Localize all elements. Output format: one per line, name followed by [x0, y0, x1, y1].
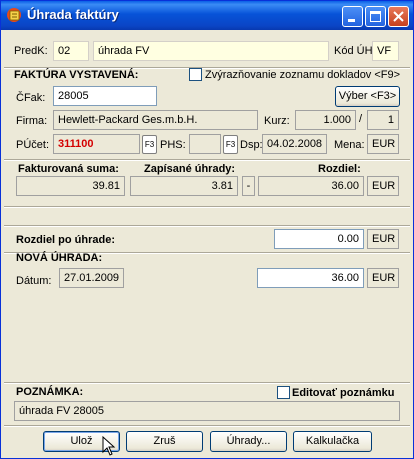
invoiced-sum-field: 39.81 — [16, 176, 125, 196]
highlight-checkbox[interactable] — [189, 68, 202, 81]
currency-field: EUR — [367, 176, 399, 196]
pucet-label: PÚčet: — [16, 139, 50, 151]
predk-name-field: úhrada FV — [93, 41, 329, 61]
divider — [4, 159, 410, 161]
faktura-section-label: FAKTÚRA VYSTAVENÁ: — [14, 69, 139, 81]
diff-after-label: Rozdiel po úhrade: — [16, 234, 115, 246]
cancel-button[interactable]: Zruš — [126, 431, 203, 452]
invoiced-sum-label: Fakturovaná suma: — [18, 163, 119, 175]
new-payment-section-label: NOVÁ ÚHRADA: — [16, 252, 103, 264]
divider — [4, 225, 410, 227]
pucet-f3-button[interactable]: F3 — [142, 135, 157, 154]
payment-dialog: Úhrada faktúry PredK: 02 úhrada FV Kód Ú… — [0, 0, 414, 459]
maximize-icon — [370, 11, 381, 22]
select-invoice-button[interactable]: Výber <F3> — [335, 86, 400, 107]
divider — [4, 425, 410, 427]
difference-field: 36.00 — [258, 176, 364, 196]
kurz-label: Kurz: — [264, 115, 290, 127]
minimize-icon — [348, 19, 355, 22]
predk-field[interactable]: 02 — [53, 41, 89, 61]
minus-sign: - — [242, 176, 255, 196]
divider — [4, 206, 410, 208]
save-button-label: Ulož — [70, 435, 93, 447]
close-icon — [393, 11, 404, 22]
firma-label: Firma: — [16, 115, 48, 127]
pucet-field: 311100 — [53, 134, 140, 154]
kod-uh-field: VF — [372, 41, 399, 61]
edit-note-checkbox[interactable] — [277, 386, 290, 399]
dsp-field: 04.02.2008 — [262, 134, 327, 154]
kurz-slash: / — [359, 113, 363, 125]
firma-field: Hewlett-Packard Ges.m.b.H. — [53, 110, 258, 130]
mena-label: Mena: — [334, 139, 365, 151]
calculator-button-label: Kalkulačka — [305, 435, 360, 447]
payments-button[interactable]: Úhrady... — [210, 431, 287, 452]
kod-uh-label: Kód ÚH: — [334, 45, 376, 57]
app-icon — [7, 8, 21, 22]
calculator-button[interactable]: Kalkulačka — [293, 431, 372, 452]
highlight-label: Zvýrazňovanie zoznamu dokladov <F9> — [205, 69, 401, 81]
dsp-label: Dsp: — [240, 139, 263, 151]
note-section-label: POZNÁMKA: — [16, 386, 84, 398]
payment-amount-input[interactable]: 36.00 — [257, 268, 364, 288]
kurz-field-2: 1 — [367, 110, 399, 130]
date-label: Dátum: — [16, 275, 52, 287]
close-button[interactable] — [388, 6, 409, 27]
predk-label: PredK: — [14, 45, 48, 57]
recorded-payments-label: Zapísané úhrady: — [144, 163, 236, 175]
date-field[interactable]: 27.01.2009 — [59, 268, 124, 288]
phs-field — [189, 134, 221, 154]
payment-currency: EUR — [367, 268, 399, 288]
diff-after-currency: EUR — [367, 229, 399, 249]
window-title: Úhrada faktúry — [27, 7, 119, 22]
title-bar[interactable]: Úhrada faktúry — [1, 1, 413, 30]
kurz-field: 1.000 — [295, 110, 356, 130]
payments-button-label: Úhrady... — [226, 435, 271, 447]
edit-note-label: Editovať poznámku — [292, 387, 395, 399]
cancel-button-label: Zruš — [153, 435, 176, 447]
mouse-cursor-icon — [102, 436, 116, 456]
dialog-body: PredK: 02 úhrada FV Kód ÚH: VF FAKTÚRA V… — [4, 30, 410, 457]
recorded-payments-field: 3.81 — [130, 176, 238, 196]
minimize-button[interactable] — [342, 6, 363, 27]
cfak-input[interactable]: 28005 — [53, 86, 157, 106]
difference-label: Rozdiel: — [318, 163, 361, 175]
divider — [4, 382, 410, 384]
phs-f3-button[interactable]: F3 — [223, 135, 238, 154]
maximize-button[interactable] — [365, 6, 386, 27]
cfak-label: ČFak: — [16, 92, 46, 104]
mena-field: EUR — [367, 134, 399, 154]
diff-after-field: 0.00 — [274, 229, 364, 249]
note-field[interactable]: úhrada FV 28005 — [14, 401, 400, 421]
phs-label: PHS: — [160, 139, 186, 151]
